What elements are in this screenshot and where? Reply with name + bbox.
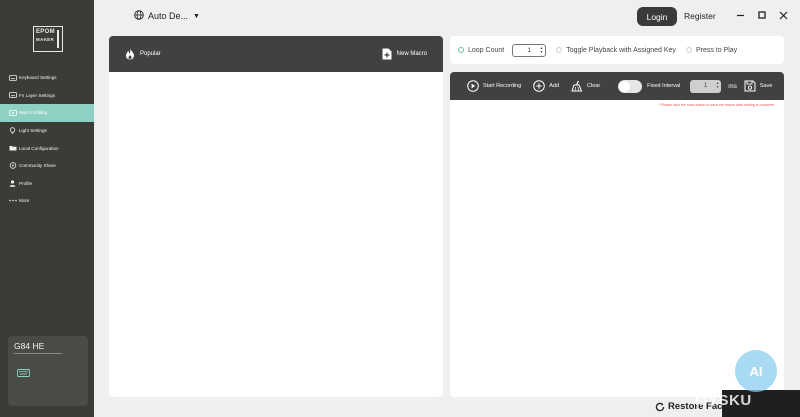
loop-count-option[interactable]: Loop Count [458,47,504,54]
device-card[interactable]: G84 HE [8,336,88,406]
sidebar-item-profile[interactable]: Profile [0,175,94,193]
plus-circle-icon [533,80,546,92]
user-icon [8,179,17,188]
register-link[interactable]: Register [684,11,716,21]
sidebar-item-label: Profile [19,180,33,186]
sidebar-item-label: Keyboard Settings [19,75,57,81]
radio-toggle-playback[interactable] [556,47,563,53]
caret-down-icon: ▼ [193,12,200,20]
maximize-icon[interactable] [756,9,768,21]
device-name: G84 HE [14,341,45,351]
sidebar-item-light-settings[interactable]: Light Settings [0,122,94,140]
macro-icon [8,108,17,117]
login-button[interactable]: Login [637,7,677,26]
close-icon[interactable] [777,9,789,21]
more-icon [8,196,17,205]
start-recording-label: Start Recording [483,83,522,89]
ms-unit-label: ms [728,82,737,90]
clear-label: Clear [587,83,601,89]
save-warning: * Please click the save button to save t… [658,103,774,107]
interval-value: 1 [704,83,708,89]
fire-icon [126,48,134,60]
language-label: Auto De... [148,11,189,21]
fixed-interval-label: Fixed Interval [647,83,681,89]
new-macro-button[interactable]: New Macro [382,48,427,60]
radio-loop-count[interactable] [458,47,464,53]
watermark-text: MYSKU [695,392,752,409]
sidebar-item-local-configuration[interactable]: Local Configuration [0,139,94,157]
sidebar-item-label: More [19,198,30,204]
add-label: Add [549,83,560,89]
interval-stepper[interactable]: 1 ▲ ▼ [690,79,722,93]
tab-popular[interactable]: Popular [125,48,161,60]
fixed-interval-toggle[interactable] [618,79,643,93]
sidebar-item-label: Light Settings [19,128,47,134]
spinner-arrows-icon[interactable]: ▲ ▼ [716,81,719,90]
press-to-play-option[interactable]: Press to Play [685,46,738,54]
watermark-badge: AI [735,350,777,392]
sidebar-item-label: Macro Editing [19,110,48,116]
broom-icon [571,80,583,92]
language-selector[interactable]: Auto De... ▼ [134,10,200,22]
save-icon [744,80,756,92]
minimize-icon[interactable] [734,9,746,21]
share-icon [8,161,17,170]
keyboard-icon [17,364,30,382]
radio-press-to-play[interactable] [685,47,692,53]
macro-editor-panel: Start Recording Add Clear Fixed Interval… [450,72,784,397]
light-icon [8,126,17,135]
loop-count-label: Loop Count [468,46,505,54]
loop-count-value: 1 [527,46,532,54]
new-macro-label: New Macro [396,51,427,57]
spinner-arrows-icon[interactable]: ▲ ▼ [540,46,543,55]
sidebar-item-label: Fn Layer Settings [19,92,56,98]
playback-options: Loop Count 1 ▲ ▼ Toggle Playback with Ass… [450,36,784,64]
sidebar-item-label: Community Share [19,163,56,169]
keyboard-icon [8,73,17,82]
folder-icon [8,144,17,153]
press-to-play-label: Press to Play [695,46,738,54]
sidebar-item-more[interactable]: More [0,192,94,210]
sidebar-item-keyboard-settings[interactable]: Keyboard Settings [0,69,94,87]
save-button[interactable]: Save [744,80,773,92]
toggle-knob [619,80,631,92]
play-circle-icon [467,80,479,92]
sidebar: EPOM MAKER Keyboard Settings Fn Layer Se… [0,0,94,417]
new-file-icon [382,48,392,60]
sidebar-nav: Keyboard Settings Fn Layer Settings Macr… [0,69,94,210]
sidebar-item-fn-layer-settings[interactable]: Fn Layer Settings [0,87,94,105]
macro-list-panel: Popular New Macro [109,36,443,397]
loop-count-stepper[interactable]: 1 ▲ ▼ [512,43,547,57]
refresh-icon [655,402,665,411]
keyboard-icon [8,91,17,100]
sidebar-item-label: Local Configuration [19,145,59,151]
globe-icon [134,10,144,22]
save-label: Save [759,83,773,89]
divider [14,353,62,354]
add-button[interactable]: Add [533,80,559,92]
editor-toolbar: Start Recording Add Clear Fixed Interval… [450,72,784,100]
toggle-playback-label: Toggle Playback with Assigned Key [566,46,676,54]
tab-label: Popular [140,51,161,57]
sidebar-item-macro-editing[interactable]: Macro Editing [0,104,94,122]
start-recording-button[interactable]: Start Recording [467,80,521,92]
brand-logo: EPOM MAKER [33,26,63,52]
sidebar-item-community-share[interactable]: Community Share [0,157,94,175]
clear-button[interactable]: Clear [571,80,600,92]
macro-list-header: Popular New Macro [109,36,443,72]
toggle-playback-option[interactable]: Toggle Playback with Assigned Key [556,47,676,54]
